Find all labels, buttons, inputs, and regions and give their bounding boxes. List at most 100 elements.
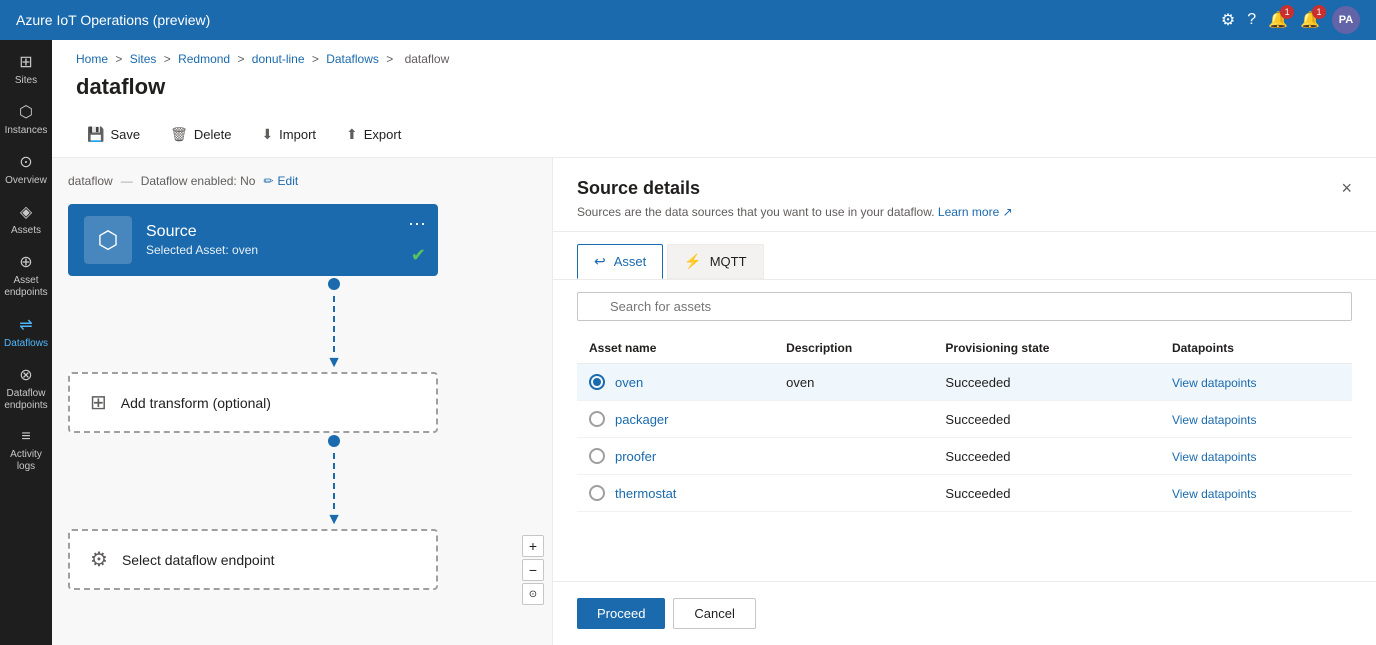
sidebar-label-dataflow-endpoints: Dataflow endpoints xyxy=(4,388,48,412)
close-button[interactable]: × xyxy=(1341,178,1352,199)
zoom-out-button[interactable]: − xyxy=(522,559,544,581)
asset-name-link[interactable]: oven xyxy=(615,375,643,390)
app-title: Azure IoT Operations (preview) xyxy=(16,12,1221,28)
mqtt-tab-icon: ⚡ xyxy=(684,253,701,270)
help-icon[interactable]: ? xyxy=(1247,11,1256,29)
sidebar-item-asset-endpoints[interactable]: ⊕ Asset endpoints xyxy=(0,244,52,307)
table-row[interactable]: prooferSucceededView datapoints xyxy=(577,438,1352,475)
provisioning-state-cell: Succeeded xyxy=(933,401,1160,438)
source-icon-box: ⬡ xyxy=(84,216,132,264)
radio-button[interactable] xyxy=(589,374,605,390)
zoom-in-button[interactable]: + xyxy=(522,535,544,557)
table-row[interactable]: thermostatSucceededView datapoints xyxy=(577,475,1352,512)
asset-name-cell: oven xyxy=(577,364,774,401)
search-input[interactable] xyxy=(577,292,1352,321)
sidebar-item-assets[interactable]: ◈ Assets xyxy=(0,194,52,244)
sidebar-label-dataflows: Dataflows xyxy=(4,338,48,349)
details-footer: Proceed Cancel xyxy=(553,581,1376,645)
sidebar-item-dataflows[interactable]: ⇌ Dataflows xyxy=(0,307,52,357)
sites-icon: ⊞ xyxy=(19,52,32,72)
sidebar-item-overview[interactable]: ⊙ Overview xyxy=(0,144,52,194)
settings-icon[interactable]: ⚙ xyxy=(1221,10,1235,30)
radio-button[interactable] xyxy=(589,411,605,427)
table-row[interactable]: packager Succeeded View datapoints xyxy=(577,401,1352,438)
save-label: Save xyxy=(110,127,140,142)
view-datapoints-link[interactable]: View datapoints xyxy=(1172,450,1257,464)
sidebar-label-overview: Overview xyxy=(5,175,47,186)
asset-name-cell: packager xyxy=(577,401,774,438)
overview-icon: ⊙ xyxy=(19,152,32,172)
sidebar-label-instances: Instances xyxy=(5,125,48,136)
import-button[interactable]: ⬇ Import xyxy=(250,120,327,149)
search-container: 🔍 xyxy=(553,280,1376,333)
description-cell xyxy=(774,401,933,438)
alerts-icon[interactable]: 🔔 1 xyxy=(1300,10,1320,30)
breadcrumb-sep1: > xyxy=(115,52,125,66)
activity-logs-icon: ≡ xyxy=(21,428,30,446)
sidebar-item-activity-logs[interactable]: ≡ Activity logs xyxy=(0,420,52,481)
zoom-controls: + − ⊙ xyxy=(522,535,544,605)
sidebar-item-instances[interactable]: ⬡ Instances xyxy=(0,94,52,144)
datapoints-cell: View datapoints xyxy=(1160,364,1352,401)
zoom-fit-button[interactable]: ⊙ xyxy=(522,583,544,605)
edit-label: Edit xyxy=(278,174,299,188)
connector-1: ▼ xyxy=(132,276,536,372)
sidebar-item-dataflow-endpoints[interactable]: ⊗ Dataflow endpoints xyxy=(0,357,52,420)
details-header-text: Source details Sources are the data sour… xyxy=(577,178,1013,219)
source-cube-icon: ⬡ xyxy=(98,226,119,255)
edit-button[interactable]: ✏ Edit xyxy=(263,174,298,188)
dataflow-endpoints-icon: ⊗ xyxy=(19,365,32,385)
breadcrumb-dataflows[interactable]: Dataflows xyxy=(326,52,379,66)
asset-name-link[interactable]: thermostat xyxy=(615,486,676,501)
dataflows-icon: ⇌ xyxy=(19,315,32,335)
datapoints-cell: View datapoints xyxy=(1160,401,1352,438)
breadcrumb-donut-line[interactable]: donut-line xyxy=(252,52,305,66)
view-datapoints-link[interactable]: View datapoints xyxy=(1172,413,1257,427)
notifications-icon[interactable]: 🔔 1 xyxy=(1268,10,1288,30)
breadcrumb-redmond[interactable]: Redmond xyxy=(178,52,230,66)
transform-card[interactable]: ⊞ Add transform (optional) xyxy=(68,372,438,433)
source-card[interactable]: ⬡ Source Selected Asset: oven ⋯ ✔ xyxy=(68,204,438,276)
user-avatar[interactable]: PA xyxy=(1332,6,1360,34)
learn-more-link[interactable]: Learn more ↗ xyxy=(938,205,1013,219)
asset-name-link[interactable]: packager xyxy=(615,412,668,427)
page-title: dataflow xyxy=(52,70,1376,112)
table-body: ovenovenSucceededView datapointspackager… xyxy=(577,364,1352,512)
tab-asset[interactable]: ↩ Asset xyxy=(577,244,663,279)
export-button[interactable]: ⬆ Export xyxy=(335,120,412,149)
radio-button[interactable] xyxy=(589,485,605,501)
tab-mqtt[interactable]: ⚡ MQTT xyxy=(667,244,763,279)
connector-dashes-2 xyxy=(333,449,335,513)
table: Asset name Description Provisioning stat… xyxy=(577,333,1352,512)
description-cell: oven xyxy=(774,364,933,401)
cancel-button[interactable]: Cancel xyxy=(673,598,755,629)
breadcrumb-sites[interactable]: Sites xyxy=(130,52,157,66)
details-panel: Source details Sources are the data sour… xyxy=(552,158,1376,645)
col-datapoints: Datapoints xyxy=(1160,333,1352,364)
table-row[interactable]: ovenovenSucceededView datapoints xyxy=(577,364,1352,401)
sidebar-label-asset-endpoints: Asset endpoints xyxy=(4,275,48,299)
delete-button[interactable]: 🗑 Delete xyxy=(159,120,242,149)
source-menu-icon[interactable]: ⋯ xyxy=(408,214,426,235)
radio-button[interactable] xyxy=(589,448,605,464)
transform-label: Add transform (optional) xyxy=(121,395,271,411)
sidebar: ⊞ Sites ⬡ Instances ⊙ Overview ◈ Assets … xyxy=(0,40,52,645)
source-tabs: ↩ Asset ⚡ MQTT xyxy=(553,232,1376,280)
proceed-button[interactable]: Proceed xyxy=(577,598,665,629)
search-wrapper: 🔍 xyxy=(577,292,1352,321)
flow-name: dataflow xyxy=(68,174,113,188)
sidebar-item-sites[interactable]: ⊞ Sites xyxy=(0,44,52,94)
save-button[interactable]: 💾 Save xyxy=(76,120,151,149)
source-subtitle: Selected Asset: oven xyxy=(146,243,422,257)
breadcrumb: Home > Sites > Redmond > donut-line > Da… xyxy=(52,40,1376,70)
breadcrumb-home[interactable]: Home xyxy=(76,52,108,66)
col-provisioning-state: Provisioning state xyxy=(933,333,1160,364)
delete-icon: 🗑 xyxy=(170,126,188,143)
breadcrumb-sep5: > xyxy=(386,52,396,66)
source-title: Source xyxy=(146,223,422,241)
endpoint-card[interactable]: ⚙ Select dataflow endpoint xyxy=(68,529,438,590)
connector-arrow-2: ▼ xyxy=(326,511,342,529)
view-datapoints-link[interactable]: View datapoints xyxy=(1172,376,1257,390)
asset-name-link[interactable]: proofer xyxy=(615,449,656,464)
view-datapoints-link[interactable]: View datapoints xyxy=(1172,487,1257,501)
